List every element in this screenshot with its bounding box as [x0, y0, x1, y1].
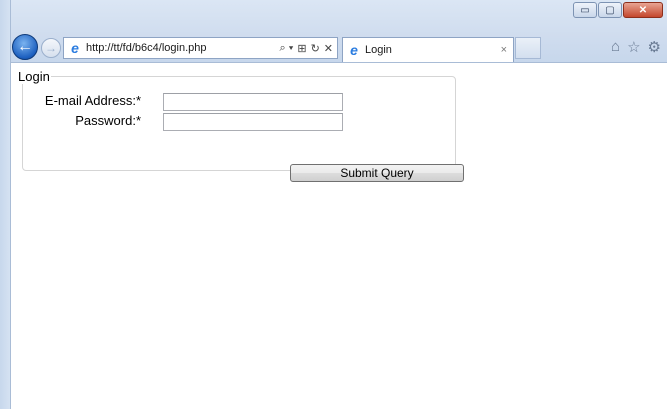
login-legend: Login — [18, 69, 50, 84]
back-button[interactable]: ← — [12, 34, 38, 60]
ie-page-icon: e — [71, 40, 79, 56]
password-field[interactable] — [163, 113, 343, 131]
address-bar[interactable]: e http://tt/fd/b6c4/login.php ⌕ ▾ ⊞ ↻ ✕ — [63, 37, 338, 59]
window-left-frame — [0, 0, 11, 409]
browser-window: ▭ ▢ ✕ ← → e http://tt/fd/b6c4/login.php … — [0, 0, 667, 409]
close-window-button[interactable]: ✕ — [623, 2, 663, 18]
email-label: E-mail Address:* — [44, 93, 141, 108]
submit-button[interactable]: Submit Query — [290, 164, 464, 182]
tools-gear-icon[interactable]: ⚙ — [648, 38, 661, 56]
search-dropdown-icon[interactable]: ⌕ ▾ — [280, 42, 294, 55]
tab-close-icon[interactable]: × — [501, 44, 507, 56]
minimize-button[interactable]: ▭ — [573, 2, 597, 18]
address-tools: ⌕ ▾ ⊞ ↻ ✕ — [280, 42, 334, 55]
page-content: Login E-mail Address:* Password:* Submit… — [11, 63, 667, 409]
address-text[interactable]: http://tt/fd/b6c4/login.php — [86, 42, 280, 54]
forward-button[interactable]: → — [41, 38, 61, 58]
home-icon[interactable]: ⌂ — [611, 38, 620, 56]
browser-chrome: ▭ ▢ ✕ ← → e http://tt/fd/b6c4/login.php … — [0, 0, 667, 63]
tab-login[interactable]: e Login × — [342, 37, 514, 62]
refresh-icon[interactable]: ↻ — [311, 42, 320, 55]
favorites-star-icon[interactable]: ☆ — [627, 38, 640, 56]
maximize-button[interactable]: ▢ — [598, 2, 622, 18]
ie-tab-icon: e — [350, 42, 358, 58]
tab-title: Login — [365, 44, 392, 56]
window-controls: ▭ ▢ ✕ — [573, 2, 663, 18]
new-tab-button[interactable] — [515, 37, 541, 59]
compatibility-view-icon[interactable]: ⊞ — [297, 42, 306, 55]
toolbar-icons: ⌂ ☆ ⚙ — [611, 38, 661, 56]
email-field[interactable] — [163, 93, 343, 111]
login-fieldset: Login E-mail Address:* Password:* Submit… — [18, 69, 464, 182]
stop-icon[interactable]: ✕ — [324, 42, 333, 55]
password-label: Password:* — [75, 113, 141, 128]
